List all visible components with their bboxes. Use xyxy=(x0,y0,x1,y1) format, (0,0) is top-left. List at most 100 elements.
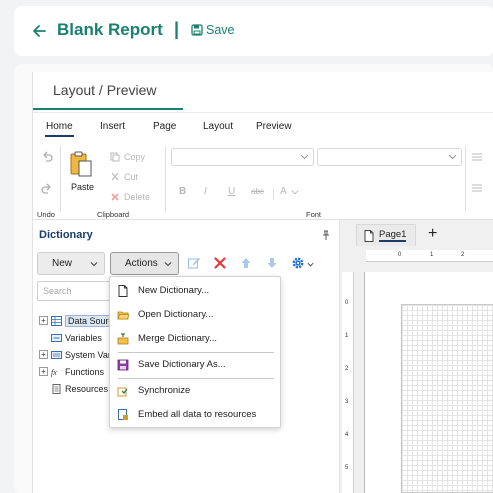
expand-toggle[interactable]: + xyxy=(39,350,48,359)
delete-label: Delete xyxy=(124,192,151,202)
tree-item-variables[interactable]: Variables xyxy=(39,330,109,345)
dictionary-title: Dictionary xyxy=(39,229,93,241)
ribbon-divider xyxy=(465,146,466,212)
chevron-down-icon xyxy=(300,154,309,160)
edit-icon[interactable] xyxy=(187,256,201,270)
menu-separator xyxy=(118,352,274,353)
copy-button[interactable]: Copy xyxy=(110,152,145,162)
header-bar: Blank Report | Save xyxy=(14,6,493,56)
ruler-number: 1 xyxy=(430,252,434,258)
save-label: Save xyxy=(206,23,235,37)
tree-label: Variables xyxy=(65,332,102,343)
search-input[interactable] xyxy=(37,281,113,301)
paste-icon[interactable] xyxy=(68,150,94,178)
page-icon xyxy=(364,229,374,242)
resource-icon xyxy=(52,383,61,394)
gear-icon[interactable] xyxy=(291,256,305,270)
delete-icon[interactable] xyxy=(213,256,227,270)
menu-item-label: Synchronize xyxy=(138,385,191,396)
menu-insert[interactable]: Insert xyxy=(100,121,125,132)
arrow-up-icon[interactable] xyxy=(239,256,253,270)
tab-layout-preview-label: Layout / Preview xyxy=(53,82,157,98)
align-icon[interactable] xyxy=(471,184,483,194)
redo-icon[interactable] xyxy=(40,182,54,196)
tree-item-functions[interactable]: + fx Functions xyxy=(39,364,109,379)
datasource-icon xyxy=(51,315,62,326)
horizontal-ruler: 0 1 2 xyxy=(366,250,493,262)
add-page-button[interactable]: + xyxy=(428,225,437,243)
menu-item-new-dictionary[interactable]: New Dictionary... xyxy=(110,280,280,302)
italic-button[interactable]: I xyxy=(204,186,207,197)
font-size-select[interactable] xyxy=(317,148,462,166)
cut-button[interactable]: Cut xyxy=(110,172,138,182)
menu-item-merge-dictionary[interactable]: Merge Dictionary... xyxy=(110,328,280,350)
expand-spacer xyxy=(39,333,48,342)
font-color-button[interactable]: A xyxy=(280,186,287,197)
back-arrow-icon[interactable] xyxy=(30,22,48,40)
new-label: New xyxy=(52,258,73,269)
actions-button[interactable]: Actions xyxy=(110,252,179,275)
menu-home[interactable]: Home xyxy=(45,121,74,137)
embed-icon xyxy=(118,409,128,420)
open-folder-icon xyxy=(117,311,129,320)
undo-icon[interactable] xyxy=(40,150,54,164)
delete-button[interactable]: Delete xyxy=(110,192,150,202)
ruler-number: 2 xyxy=(345,366,349,372)
title-separator: | xyxy=(174,19,180,39)
ruler-number: 4 xyxy=(345,432,349,438)
underline-button[interactable]: U xyxy=(228,186,235,197)
menu-item-embed-all-data[interactable]: Embed all data to resources xyxy=(110,404,280,426)
undo-group-label: Undo xyxy=(37,210,55,219)
menu-item-synchronize[interactable]: Synchronize xyxy=(110,380,280,402)
report-page-canvas[interactable] xyxy=(364,272,493,493)
paste-button[interactable]: Paste xyxy=(71,182,94,192)
tree-label: Resources xyxy=(65,383,109,394)
tree-item-resources[interactable]: Resources xyxy=(39,381,109,396)
ruler-number: 1 xyxy=(345,333,349,339)
bold-button[interactable]: B xyxy=(179,186,186,197)
page-grid xyxy=(401,304,493,493)
variable-icon xyxy=(51,333,62,342)
system-variable-icon xyxy=(51,350,62,359)
chevron-down-icon xyxy=(90,262,98,267)
delete-icon xyxy=(111,193,119,201)
chevron-down-icon[interactable] xyxy=(307,261,314,268)
cut-label: Cut xyxy=(124,172,139,182)
save-icon xyxy=(191,24,203,36)
save-icon xyxy=(117,359,129,371)
menu-layout[interactable]: Layout xyxy=(203,121,233,132)
align-icon[interactable] xyxy=(471,153,483,163)
menu-item-label: Embed all data to resources xyxy=(138,409,257,420)
actions-dropdown-menu: New Dictionary... Open Dictionary... Mer… xyxy=(109,276,281,428)
menu-item-label: Merge Dictionary... xyxy=(138,333,218,344)
tab-page1[interactable]: Page1 xyxy=(356,224,416,246)
ribbon-menu-bar: Home Insert Page Layout Preview xyxy=(33,112,493,139)
expand-spacer xyxy=(39,384,48,393)
font-group-label: Font xyxy=(306,210,322,219)
ruler-number: 3 xyxy=(345,399,349,405)
tab-layout-preview[interactable]: Layout / Preview xyxy=(33,72,183,110)
ruler-number: 5 xyxy=(345,465,349,471)
arrow-down-icon[interactable] xyxy=(265,256,279,270)
menu-page[interactable]: Page xyxy=(153,121,176,132)
menu-item-save-dictionary-as[interactable]: Save Dictionary As... xyxy=(110,354,280,376)
new-button[interactable]: New xyxy=(37,252,105,275)
svg-text:fx: fx xyxy=(51,368,57,377)
menu-item-open-dictionary[interactable]: Open Dictionary... xyxy=(110,304,280,326)
expand-toggle[interactable]: + xyxy=(39,367,48,376)
merge-icon xyxy=(117,333,129,345)
menu-separator xyxy=(118,378,274,379)
menu-preview[interactable]: Preview xyxy=(256,121,292,132)
ribbon-divider xyxy=(165,146,166,212)
tree-item-data-sources[interactable]: + Data Sources xyxy=(39,313,109,328)
pin-icon[interactable] xyxy=(321,230,331,241)
ruler-number: 0 xyxy=(398,252,402,258)
font-name-select[interactable] xyxy=(171,148,314,166)
strikethrough-button[interactable]: abc xyxy=(251,187,264,196)
ruler-number: 0 xyxy=(345,300,349,306)
tree-item-system-variables[interactable]: + System Variables xyxy=(39,347,109,362)
save-button[interactable]: Save xyxy=(191,23,235,37)
chevron-down-icon[interactable] xyxy=(291,188,299,196)
expand-toggle[interactable]: + xyxy=(39,316,48,325)
menu-item-label: New Dictionary... xyxy=(138,285,210,296)
